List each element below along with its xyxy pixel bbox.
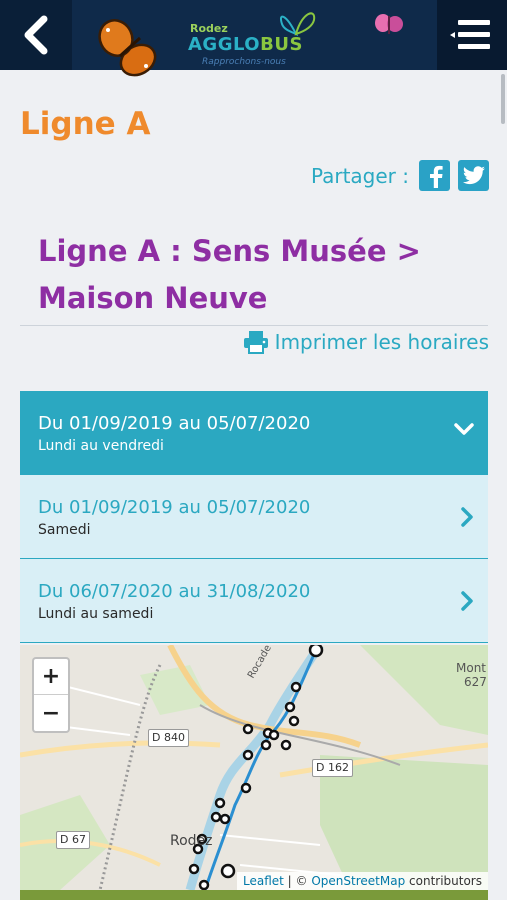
period-list: Du 01/09/2019 au 05/07/2020 Lundi au ven… [20, 391, 488, 643]
chevron-down-icon [454, 423, 474, 435]
period-days: Lundi au vendredi [38, 438, 164, 454]
city-label: Rodez [170, 833, 213, 849]
print-label: Imprimer les horaires [274, 330, 489, 354]
pink-butterfly-icon [375, 14, 403, 34]
top-bar: Rodez AGGLOBUS Rapprochons-nous [0, 0, 507, 77]
road-label-d162: D 162 [312, 759, 353, 777]
divider [20, 325, 488, 326]
hamburger-menu-icon [450, 20, 490, 49]
menu-button[interactable] [437, 0, 507, 70]
road-label-d67: D 67 [56, 831, 90, 849]
map-attribution: Leaflet | © OpenStreetMap contributors [237, 872, 488, 890]
scrollbar[interactable] [501, 74, 505, 124]
period-item[interactable]: Du 01/09/2019 au 05/07/2020 Lundi au ven… [20, 391, 488, 475]
twitter-share-button[interactable] [458, 160, 489, 191]
logo-butterfly-icon [280, 12, 316, 37]
road-label-d840: D 840 [148, 729, 189, 747]
chevron-right-icon [461, 591, 473, 611]
period-dates: Du 01/09/2019 au 05/07/2020 [38, 413, 311, 434]
agglobus-logo[interactable]: Rodez AGGLOBUS Rapprochons-nous [184, 4, 324, 68]
period-dates: Du 06/07/2020 au 31/08/2020 [38, 581, 311, 602]
route-map[interactable]: D 840 D 162 D 67 Rodez Rocade de Rodez M… [20, 645, 488, 890]
butterfly-icon [98, 19, 157, 77]
chevron-left-icon [24, 15, 48, 55]
leaflet-link[interactable]: Leaflet [243, 874, 284, 888]
period-days: Lundi au samedi [38, 606, 154, 622]
zoom-control: + − [32, 657, 70, 733]
facebook-icon [429, 165, 443, 188]
route-title: Ligne A : Sens Musée > Maison Neuve [38, 234, 421, 315]
altitude-label: 627 [464, 675, 487, 689]
chevron-right-icon [461, 507, 473, 527]
share-label: Partager : [310, 163, 409, 188]
period-item[interactable]: Du 06/07/2020 au 31/08/2020 Lundi au sam… [20, 559, 488, 643]
zoom-out-button[interactable]: − [34, 695, 68, 731]
period-days: Samedi [38, 522, 91, 538]
attribution-separator: | © [283, 874, 312, 888]
print-timetable-link[interactable]: Imprimer les horaires [243, 330, 489, 354]
place-label-mont: Mont [456, 661, 487, 675]
twitter-icon [462, 165, 485, 184]
zoom-in-button[interactable]: + [34, 659, 68, 695]
printer-icon [243, 331, 268, 354]
facebook-share-button[interactable] [419, 160, 450, 191]
period-item[interactable]: Du 01/09/2019 au 05/07/2020 Samedi [20, 475, 488, 559]
logo-tagline: Rapprochons-nous [202, 57, 286, 67]
share-bar: Partager : [311, 160, 489, 191]
attribution-contributors: contributors [405, 874, 482, 888]
page-title: Ligne A [20, 106, 151, 142]
bottom-strip [20, 890, 488, 900]
back-button[interactable] [0, 0, 72, 70]
map-tiles [20, 645, 488, 890]
period-dates: Du 01/09/2019 au 05/07/2020 [38, 497, 311, 518]
openstreetmap-link[interactable]: OpenStreetMap [311, 874, 405, 888]
